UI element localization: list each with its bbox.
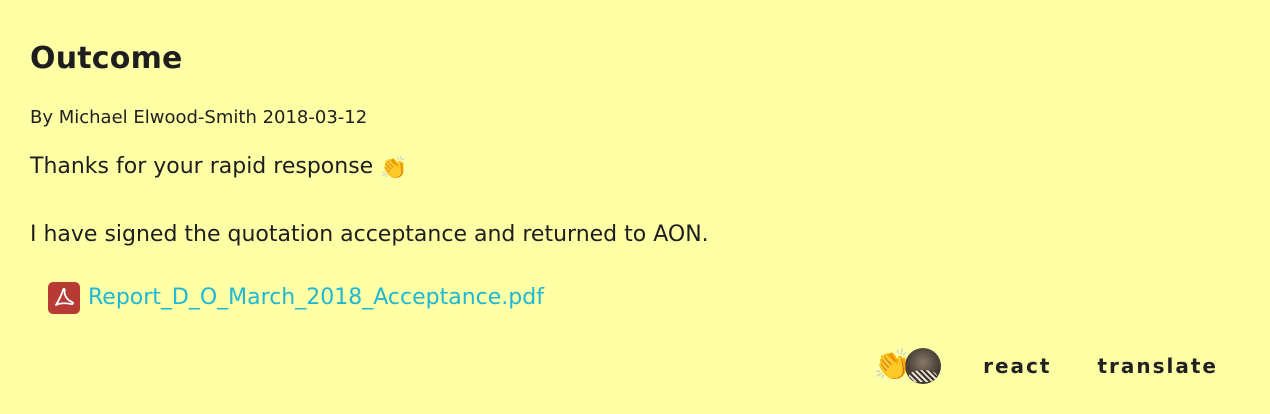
clapping-hands-icon: 👏 [873,349,912,382]
reaction-list[interactable]: 👏 [873,348,942,384]
pdf-file-icon [48,282,80,314]
message-line-1-text: Thanks for your rapid response [30,154,374,179]
message-line-1: Thanks for your rapid response 👏 [30,152,1240,184]
post-title: Outcome [30,41,183,76]
attachment-link[interactable]: Report_D_O_March_2018_Acceptance.pdf [88,283,544,313]
translate-button[interactable]: translate [1097,348,1218,384]
clapping-hands-icon: 👏 [380,156,408,181]
attachment: Report_D_O_March_2018_Acceptance.pdf [48,282,1240,314]
message-line-2: I have signed the quotation acceptance a… [30,222,709,247]
post-card: Outcome By Michael Elwood-Smith 2018-03-… [0,0,1270,414]
post-byline: By Michael Elwood-Smith 2018-03-12 [30,107,368,128]
react-button[interactable]: react [983,348,1051,384]
post-footer: 👏 react translate [874,348,1218,384]
